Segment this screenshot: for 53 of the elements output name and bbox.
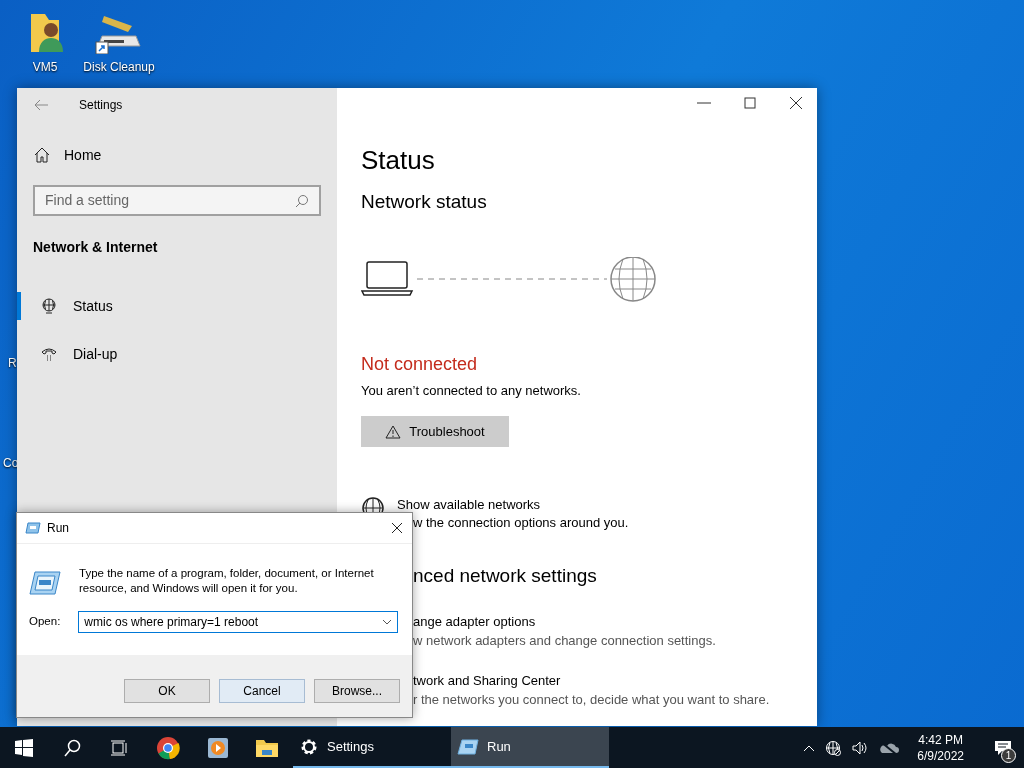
chevron-up-icon: [803, 743, 816, 752]
desktop-icon-label[interactable]: R: [8, 354, 17, 372]
search-field[interactable]: Find a setting: [33, 185, 321, 216]
taskbar-button[interactable]: Run: [451, 727, 609, 768]
dialog-button[interactable]: OK: [124, 679, 210, 703]
section-heading: Network status: [361, 190, 488, 214]
desktop-icon-label[interactable]: Co: [3, 454, 19, 472]
field-label: Open:: [29, 614, 61, 630]
link-description: w network adapters and change connection settings.: [413, 633, 716, 649]
link[interactable]: Show available networks: [397, 497, 541, 513]
connection-status: Not connected: [361, 352, 479, 376]
browser-icon: [156, 735, 180, 760]
home-link[interactable]: Home: [64, 144, 102, 166]
dialog-button[interactable]: Cancel: [219, 679, 305, 703]
search-icon: [62, 738, 81, 757]
clock[interactable]: 4:42 PM 6/9/2022: [909, 731, 972, 764]
desktop-icon-label[interactable]: Disk Cleanup: [83, 58, 155, 76]
back-arrow-icon: [33, 99, 49, 111]
dialog-button[interactable]: Browse...: [314, 679, 400, 703]
run-icon: [25, 522, 41, 534]
warning-icon: [385, 424, 402, 439]
close-icon: [787, 96, 805, 110]
desktop-icon-label[interactable]: VM5: [32, 58, 58, 76]
command-input[interactable]: wmic os where primary=1 reboot: [78, 611, 399, 633]
caret-icon: [382, 619, 393, 625]
connection-detail: You aren’t connected to any networks.: [361, 381, 582, 400]
network-icon: [825, 739, 842, 756]
phone-icon: [41, 346, 57, 362]
search-icon: [295, 193, 309, 208]
link[interactable]: ange adapter options: [413, 614, 536, 630]
dialog-title: Run: [47, 520, 69, 537]
run-icon: [29, 570, 61, 596]
nav-item[interactable]: Dial-up: [17, 340, 337, 368]
speaker-icon: [851, 739, 870, 756]
close-icon: [390, 521, 404, 535]
troubleshoot-button[interactable]: Troubleshoot: [361, 416, 509, 447]
home-icon: [34, 147, 50, 163]
task-view-icon: [109, 738, 128, 757]
window-title: Settings: [79, 97, 123, 114]
section-heading: Network & Internet: [32, 238, 159, 257]
notification-button[interactable]: 1: [982, 727, 1024, 768]
globe-icon: [41, 298, 57, 314]
section-heading: nced network settings: [413, 564, 597, 588]
link-description: w the connection options around you.: [413, 515, 629, 531]
page-title: Status: [361, 144, 436, 176]
link[interactable]: twork and Sharing Center: [413, 673, 561, 689]
media-player-icon: [205, 735, 230, 760]
link-description: r the networks you connect to, decide what you want to share.: [413, 692, 770, 708]
maximize-icon: [741, 96, 759, 110]
run-icon: [457, 738, 479, 755]
notification-count: 1: [1001, 748, 1016, 763]
start-icon: [14, 737, 34, 758]
prompt-text: Type the name of a program, folder, document, or Internet resource, and Windows will open it for you.: [79, 566, 375, 596]
